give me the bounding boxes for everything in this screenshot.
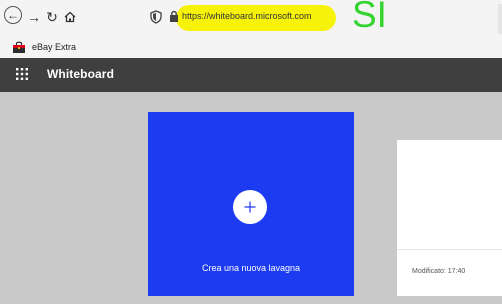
annotation-text: SI <box>352 0 387 35</box>
reload-icon: ↻ <box>46 9 58 25</box>
home-icon <box>64 11 76 23</box>
bookmark-label: eBay Extra <box>32 42 77 52</box>
url-field[interactable]: https://whiteboard.microsoft.com <box>182 11 312 21</box>
new-board-button[interactable]: Crea una nuova lavagna <box>148 112 354 296</box>
app-title: Whiteboard <box>47 67 114 81</box>
arrow-right-icon: → <box>27 9 41 25</box>
bookmark-ebay-extra[interactable]: eBay Extra <box>12 39 76 55</box>
home-button[interactable] <box>62 9 78 25</box>
lock-icon[interactable] <box>169 10 179 22</box>
plus-icon <box>244 201 256 213</box>
browser-toolbar: ← → ↻ https://whiteboard.microsoft.com S… <box>0 0 502 36</box>
new-board-label: Crea una nuova lavagna <box>201 263 301 273</box>
board-card[interactable]: Modificato: 17:40 <box>397 140 502 296</box>
arrow-left-icon: ← <box>7 8 19 22</box>
shield-icon[interactable] <box>150 10 162 24</box>
board-gallery: Crea una nuova lavagna Modificato: 17:40 <box>0 92 502 304</box>
app-launcher-icon[interactable] <box>16 68 28 80</box>
back-button[interactable]: ← <box>4 6 22 24</box>
board-modified-time: Modificato: 17:40 <box>412 268 466 275</box>
reload-button[interactable]: ↻ <box>44 9 60 25</box>
app-header: Whiteboard <box>0 58 502 92</box>
shopping-bag-icon <box>13 41 25 53</box>
add-board-circle[interactable] <box>233 190 267 224</box>
bookmarks-bar: eBay Extra <box>0 36 502 58</box>
forward-button[interactable]: → <box>26 9 42 25</box>
card-divider <box>397 249 502 250</box>
toolbar-edge <box>498 4 502 34</box>
